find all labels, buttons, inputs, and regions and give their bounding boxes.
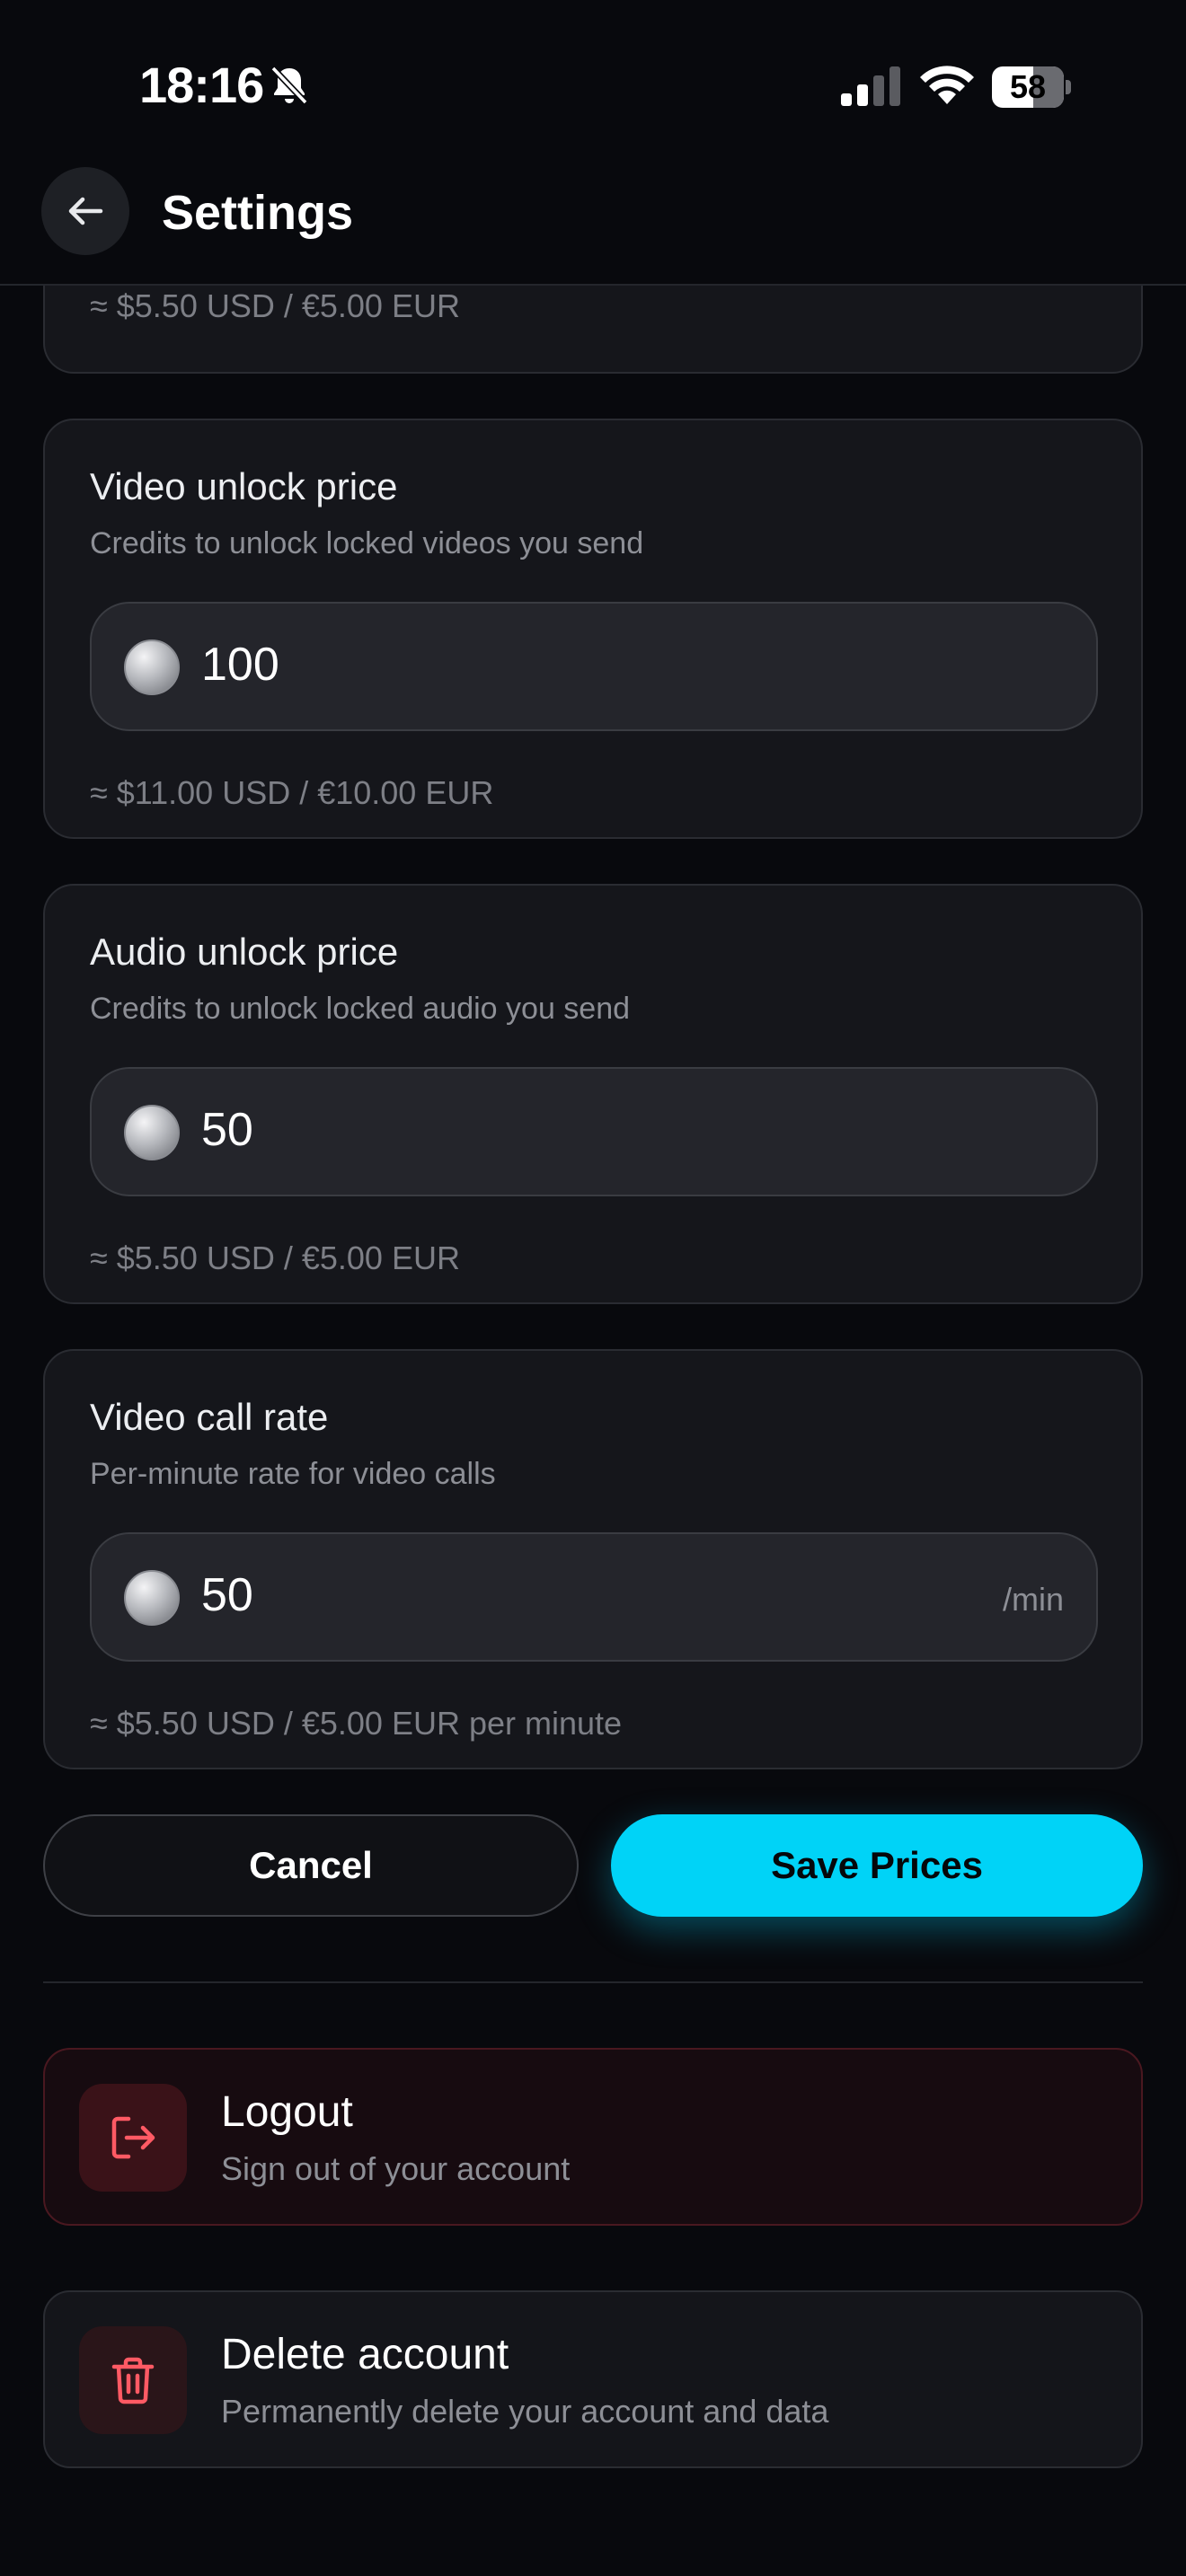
- video-unlock-price-card: Video unlock price Credits to unlock loc…: [43, 419, 1143, 839]
- signal-icon: [841, 66, 900, 106]
- save-prices-button[interactable]: Save Prices: [611, 1814, 1143, 1917]
- page-title: Settings: [162, 186, 354, 240]
- input-value: 100: [201, 639, 279, 691]
- conversion-text: ≈ $5.50 USD / €5.00 EUR: [90, 287, 460, 324]
- per-minute-suffix: /min: [1002, 1581, 1064, 1618]
- battery-level: 58: [1009, 68, 1047, 105]
- card-subtitle: Per-minute rate for video calls: [90, 1457, 496, 1491]
- battery-icon: 58: [992, 66, 1071, 108]
- trash-icon-box: [79, 2326, 187, 2434]
- conversion-text: ≈ $5.50 USD / €5.00 EUR per minute: [90, 1705, 623, 1742]
- card-title: Video unlock price: [90, 465, 398, 507]
- logout-subtitle: Sign out of your account: [221, 2150, 571, 2187]
- cancel-button[interactable]: Cancel: [43, 1814, 579, 1917]
- input-value: 50: [201, 1104, 253, 1156]
- logout-title: Logout: [221, 2088, 353, 2136]
- coin-icon: [124, 1105, 180, 1160]
- trash-icon: [111, 2357, 155, 2404]
- bell-muted-icon: [270, 66, 308, 105]
- delete-account-title: Delete account: [221, 2331, 509, 2378]
- audio-unlock-price-card: Audio unlock price Credits to unlock loc…: [43, 884, 1143, 1304]
- logout-icon: [111, 2116, 155, 2159]
- coin-icon: [124, 1570, 180, 1626]
- video-call-rate-card: Video call rate Per-minute rate for vide…: [43, 1349, 1143, 1769]
- app-header: Settings: [0, 162, 1186, 286]
- video-unlock-price-input[interactable]: 100: [90, 602, 1098, 731]
- delete-account-subtitle: Permanently delete your account and data: [221, 2393, 829, 2430]
- input-value: 50: [201, 1569, 253, 1621]
- card-subtitle: Credits to unlock locked audio you send: [90, 992, 631, 1026]
- card-title: Video call rate: [90, 1396, 329, 1438]
- coin-icon: [124, 640, 180, 695]
- delete-account-button[interactable]: Delete account Permanently delete your a…: [43, 2290, 1143, 2468]
- audio-unlock-price-input[interactable]: 50: [90, 1067, 1098, 1196]
- conversion-text: ≈ $5.50 USD / €5.00 EUR: [90, 1239, 460, 1276]
- arrow-left-icon: [68, 197, 103, 225]
- divider: [43, 1981, 1143, 1983]
- conversion-text: ≈ $11.00 USD / €10.00 EUR: [90, 774, 494, 811]
- video-call-rate-input[interactable]: 50 /min: [90, 1532, 1098, 1662]
- card-title: Audio unlock price: [90, 931, 399, 973]
- status-time: 18:16: [139, 57, 264, 113]
- card-subtitle: Credits to unlock locked videos you send: [90, 526, 644, 560]
- logout-icon-box: [79, 2084, 187, 2192]
- logout-button[interactable]: Logout Sign out of your account: [43, 2048, 1143, 2226]
- wifi-icon: [920, 66, 974, 104]
- back-button[interactable]: [41, 167, 129, 255]
- status-bar: 18:16 58: [0, 0, 1186, 171]
